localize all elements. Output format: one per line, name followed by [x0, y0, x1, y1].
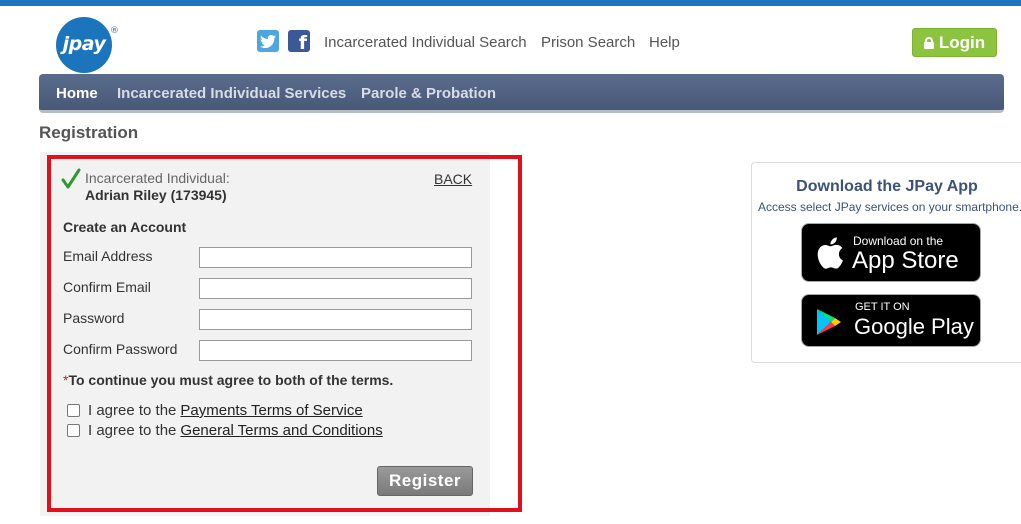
confirm-email-field[interactable]: [199, 278, 472, 299]
logo-text: jpay: [62, 33, 106, 55]
top-link-incarcerated-individual-search[interactable]: Incarcerated Individual Search: [324, 34, 527, 51]
top-link-prison-search[interactable]: Prison Search: [541, 34, 635, 51]
google-play-icon: [817, 309, 841, 335]
agree-prefix: I agree to the: [88, 402, 177, 419]
agree-payments-checkbox[interactable]: [67, 404, 80, 417]
password-label: Password: [63, 310, 125, 326]
agree-general-checkbox[interactable]: [67, 424, 80, 437]
back-link[interactable]: BACK: [434, 171, 472, 187]
page-title: Registration: [39, 123, 139, 142]
agree-prefix: I agree to the: [88, 422, 177, 439]
jpay-logo[interactable]: jpay: [56, 17, 112, 73]
app-store-small-text: Download on the: [853, 234, 944, 248]
facebook-icon[interactable]: f: [288, 30, 310, 52]
app-download-subtitle: Access select JPay services on your smar…: [758, 200, 1021, 214]
create-account-title: Create an Account: [63, 219, 187, 235]
highlight-box: [47, 155, 522, 512]
login-label: Login: [938, 32, 986, 52]
agree-general-row: I agree to the General Terms and Conditi…: [67, 422, 383, 439]
email-field[interactable]: [199, 247, 472, 268]
inmate-label: Incarcerated Individual:: [85, 170, 230, 186]
confirm-email-label: Confirm Email: [63, 279, 151, 295]
email-label: Email Address: [63, 248, 153, 264]
inmate-name: Adrian Riley (173945): [85, 187, 227, 203]
top-brand-stripe: [0, 0, 1021, 6]
nav-item-parole-probation[interactable]: Parole & Probation: [361, 85, 496, 102]
agree-payments-row: I agree to the Payments Terms of Service: [67, 402, 363, 419]
confirm-password-label: Confirm Password: [63, 341, 178, 357]
confirm-password-field[interactable]: [199, 340, 472, 361]
facebook-glyph: f: [298, 32, 307, 52]
app-download-box: Download the JPay App Access select JPay…: [751, 162, 1021, 363]
nav-item-home[interactable]: Home: [56, 85, 98, 102]
checkmark-icon: [61, 168, 81, 189]
register-label: Register: [388, 471, 462, 490]
main-nav-bar: Home Incarcerated Individual Services Pa…: [39, 74, 1004, 113]
payments-terms-link[interactable]: Payments Terms of Service: [180, 402, 362, 419]
google-play-button[interactable]: GET IT ON Google Play: [801, 294, 981, 347]
google-play-small-text: GET IT ON: [855, 301, 910, 313]
lock-icon: [923, 36, 934, 49]
nav-item-incarcerated-individual-services[interactable]: Incarcerated Individual Services: [117, 85, 346, 102]
register-button[interactable]: Register: [377, 466, 473, 496]
terms-note-text: To continue you must agree to both of th…: [68, 372, 394, 388]
app-store-button[interactable]: Download on the App Store: [801, 223, 981, 282]
terms-note: *To continue you must agree to both of t…: [63, 372, 393, 388]
apple-icon: [817, 237, 843, 269]
logo-registered-mark: ®: [110, 26, 119, 36]
general-terms-link[interactable]: General Terms and Conditions: [180, 422, 382, 439]
app-store-big-text: App Store: [852, 247, 959, 274]
google-play-big-text: Google Play: [854, 314, 974, 339]
app-download-title: Download the JPay App: [796, 178, 978, 195]
top-link-help[interactable]: Help: [649, 34, 680, 51]
password-field[interactable]: [199, 309, 472, 330]
twitter-icon[interactable]: [257, 30, 279, 52]
login-button[interactable]: Login: [912, 28, 997, 57]
